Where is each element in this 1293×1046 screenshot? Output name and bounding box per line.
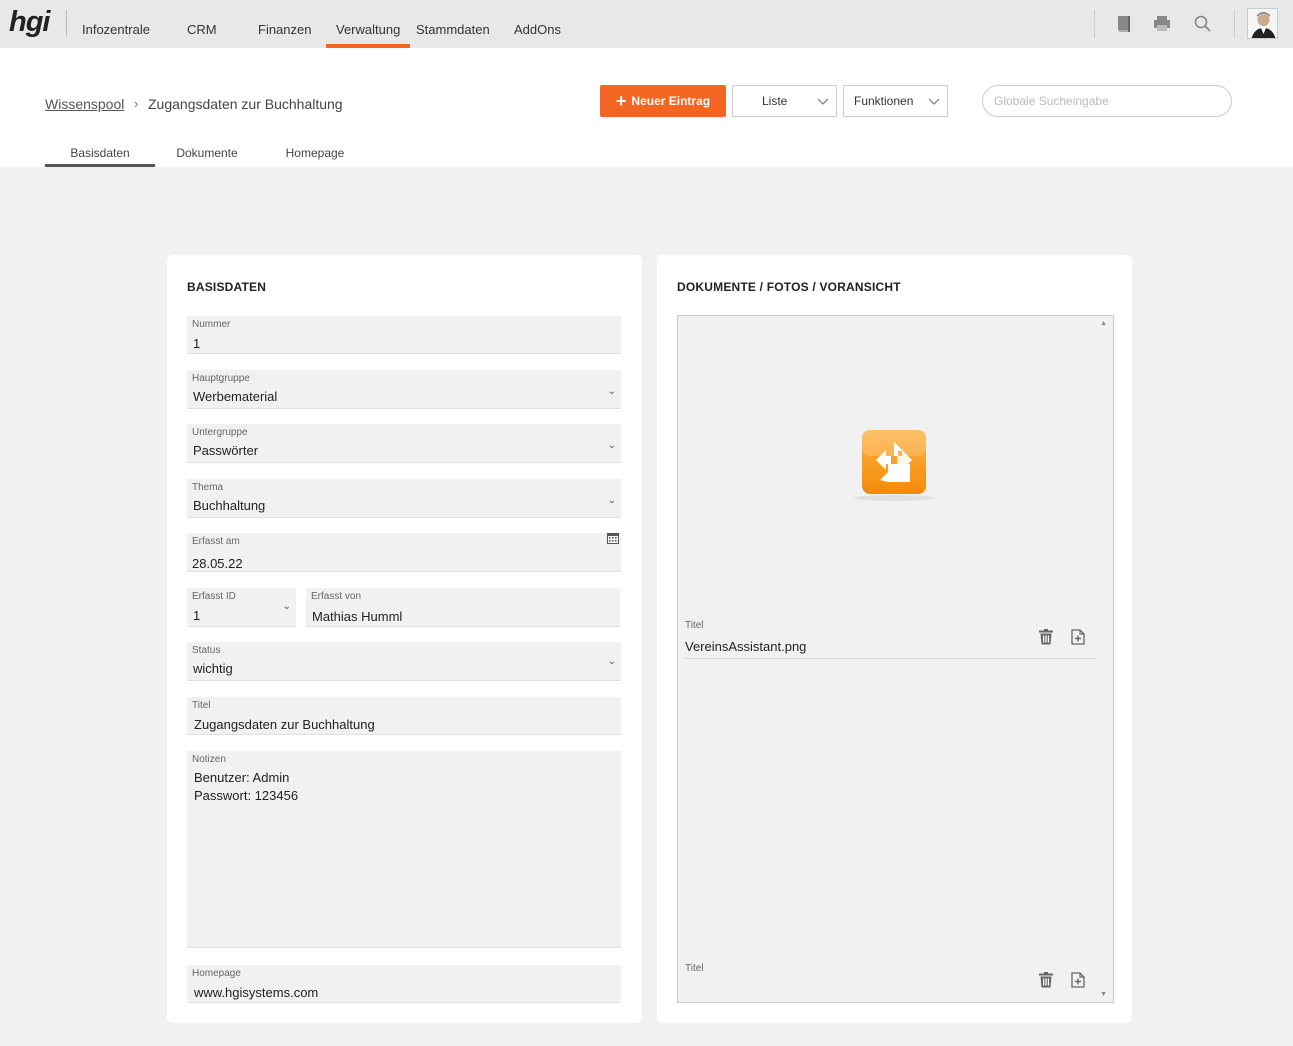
plus-icon: + xyxy=(615,91,627,111)
untergruppe-value: Passwörter xyxy=(193,443,259,458)
trash-icon[interactable] xyxy=(1039,629,1053,645)
homepage-value: www.hgisystems.com xyxy=(194,985,319,1000)
nav-item-verwaltung[interactable]: Verwaltung xyxy=(336,22,400,37)
logo-divider xyxy=(66,10,67,36)
document-title-label: Titel xyxy=(685,963,704,974)
document-divider xyxy=(684,658,1096,659)
nummer-value: 1 xyxy=(193,336,201,351)
new-entry-label: Neuer Eintrag xyxy=(631,94,711,108)
new-entry-button[interactable]: + Neuer Eintrag xyxy=(600,85,726,117)
hauptgruppe-value: Werbematerial xyxy=(193,389,278,404)
nummer-field[interactable]: Nummer 1 xyxy=(187,316,621,354)
titel-label: Titel xyxy=(192,700,211,711)
add-file-icon[interactable] xyxy=(1071,972,1085,988)
toolbar-divider xyxy=(1234,10,1235,38)
nav-item-crm[interactable]: CRM xyxy=(187,22,217,37)
scroll-down-icon[interactable]: ▼ xyxy=(1100,991,1107,998)
documents-list[interactable]: ▲ ▼ Titel VereinsAssistant.png Titel xyxy=(677,315,1114,1003)
document-title-value[interactable]: VereinsAssistant.png xyxy=(685,638,806,656)
document-title-label: Titel xyxy=(685,620,704,631)
erfasst-von-value: Mathias Humml xyxy=(312,609,403,624)
erfasst-am-date-field[interactable]: Erfasst am 28.05.22 xyxy=(187,533,621,572)
toolbar-divider xyxy=(1094,10,1095,38)
document-preview-image[interactable] xyxy=(852,424,936,504)
user-avatar[interactable] xyxy=(1247,8,1278,39)
book-icon[interactable] xyxy=(1114,14,1136,34)
hauptgruppe-select[interactable]: Hauptgruppe Werbematerial ⌄ xyxy=(187,370,621,409)
chevron-down-icon xyxy=(817,98,829,105)
chevron-down-icon: ⌄ xyxy=(607,656,616,667)
homepage-label: Homepage xyxy=(192,968,241,979)
chevron-down-icon: ⌄ xyxy=(607,440,616,451)
list-dropdown-label: Liste xyxy=(762,94,788,108)
tab-basisdaten[interactable]: Basisdaten xyxy=(45,146,155,167)
top-navigation-bar: hgi Infozentrale CRM Finanzen Verwaltung… xyxy=(0,0,1293,48)
titel-value: Zugangsdaten zur Buchhaltung xyxy=(194,717,375,732)
tab-dokumente[interactable]: Dokumente xyxy=(165,146,249,167)
basisdaten-section-title: BASISDATEN xyxy=(187,280,267,294)
untergruppe-label: Untergruppe xyxy=(192,427,248,438)
erfasst-id-value: 1 xyxy=(193,608,201,623)
untergruppe-select[interactable]: Untergruppe Passwörter ⌄ xyxy=(187,424,621,463)
notizen-value: Benutzer: Admin Passwort: 123456 xyxy=(194,770,299,803)
thema-label: Thema xyxy=(192,482,224,493)
notizen-textarea[interactable]: Notizen Benutzer: Admin Passwort: 123456 xyxy=(187,751,621,948)
thema-select[interactable]: Thema Buchhaltung ⌄ xyxy=(187,479,621,518)
calendar-icon[interactable] xyxy=(607,533,619,544)
erfasst-id-select[interactable]: Erfasst ID 1 ⌄ xyxy=(187,588,296,627)
app-logo[interactable]: hgi xyxy=(9,6,50,39)
notizen-label: Notizen xyxy=(192,754,226,765)
erfasst-am-label: Erfasst am xyxy=(192,536,240,547)
trash-icon[interactable] xyxy=(1039,972,1053,988)
page-header: Wissenspool › Zugangsdaten zur Buchhaltu… xyxy=(0,48,1293,167)
list-dropdown[interactable]: Liste xyxy=(732,85,837,117)
breadcrumb-parent-link[interactable]: Wissenspool xyxy=(45,96,124,112)
scroll-up-icon[interactable]: ▲ xyxy=(1100,320,1107,327)
add-file-icon[interactable] xyxy=(1071,629,1085,645)
erfasst-von-label: Erfasst von xyxy=(311,591,362,602)
printer-icon[interactable] xyxy=(1152,14,1174,34)
chevron-down-icon: ⌄ xyxy=(282,601,291,612)
tab-homepage[interactable]: Homepage xyxy=(275,146,355,167)
nav-item-stammdaten[interactable]: Stammdaten xyxy=(416,22,490,37)
chevron-down-icon: ⌄ xyxy=(607,386,616,397)
nav-item-finanzen[interactable]: Finanzen xyxy=(258,22,311,37)
breadcrumb-chevron-icon: › xyxy=(134,96,139,111)
functions-dropdown[interactable]: Funktionen xyxy=(843,85,948,117)
nummer-label: Nummer xyxy=(192,319,231,330)
chevron-down-icon xyxy=(928,98,940,105)
search-icon[interactable] xyxy=(1193,14,1215,34)
status-select[interactable]: Status wichtig ⌄ xyxy=(187,642,621,681)
titel-field[interactable]: Titel Zugangsdaten zur Buchhaltung xyxy=(187,697,621,735)
chevron-down-icon: ⌄ xyxy=(607,495,616,506)
hauptgruppe-label: Hauptgruppe xyxy=(192,373,250,384)
nav-item-addons[interactable]: AddOns xyxy=(514,22,561,37)
erfasst-von-field[interactable]: Erfasst von Mathias Humml xyxy=(306,588,620,627)
global-search-input[interactable] xyxy=(982,85,1232,117)
nav-item-infozentrale[interactable]: Infozentrale xyxy=(82,22,150,37)
dokumente-section-title: DOKUMENTE / FOTOS / VORANSICHT xyxy=(677,280,901,294)
thema-value: Buchhaltung xyxy=(193,498,266,513)
homepage-field[interactable]: Homepage www.hgisystems.com xyxy=(187,965,621,1003)
page-title: Zugangsdaten zur Buchhaltung xyxy=(148,96,343,112)
erfasst-am-value: 28.05.22 xyxy=(192,556,243,571)
erfasst-id-label: Erfasst ID xyxy=(192,591,236,602)
status-value: wichtig xyxy=(193,661,233,676)
status-label: Status xyxy=(192,645,221,656)
functions-dropdown-label: Funktionen xyxy=(854,94,914,108)
